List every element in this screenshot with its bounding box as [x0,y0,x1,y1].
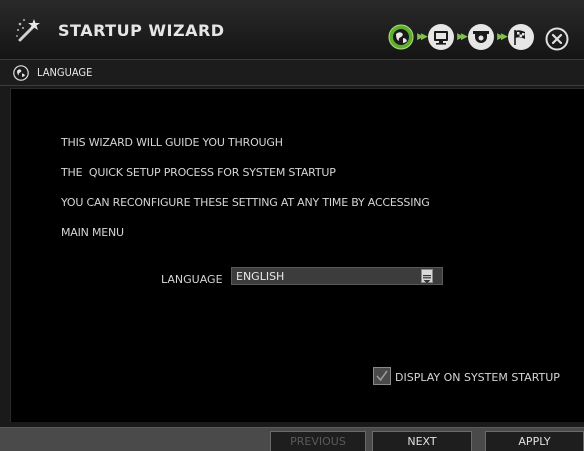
step-arrow-icon: ▶▶ [457,32,468,42]
bottom-bar: PREVIOUS NEXT APPLY [0,427,584,451]
wizard-content: THIS WIZARD WILL GUIDE YOU THROUGH THE Q… [10,88,584,422]
globe-icon[interactable] [388,24,414,50]
apply-button[interactable]: APPLY [485,431,584,451]
wizard-title: STARTUP WIZARD [58,21,225,40]
section-title: LANGUAGE [37,66,93,79]
previous-button[interactable]: PREVIOUS [270,431,366,451]
close-icon[interactable] [545,27,569,51]
section-header: LANGUAGE [0,60,584,86]
camera-icon[interactable] [468,24,494,50]
check-icon [376,370,388,382]
startup-checkbox[interactable] [373,367,391,385]
globe-icon [13,64,29,81]
dropdown-button[interactable] [421,269,433,284]
intro-line: YOU CAN RECONFIGURE THESE SETTING AT ANY… [61,196,430,209]
language-label: LANGUAGE [161,273,223,286]
startup-label: DISPLAY ON SYSTEM STARTUP [395,371,560,384]
wizard-steps: ▶▶ ▶▶ ▶▶ [388,23,534,51]
title-bar: STARTUP WIZARD ▶▶ ▶▶ ▶▶ [0,0,584,60]
startup-wizard-window: STARTUP WIZARD ▶▶ ▶▶ ▶▶ LANGUAGE THIS WI… [0,0,584,451]
chevron-down-icon [423,275,431,284]
next-button[interactable]: NEXT [372,431,472,451]
magic-wand-icon [16,19,40,42]
intro-line: THE QUICK SETUP PROCESS FOR SYSTEM START… [61,166,336,179]
monitor-icon[interactable] [428,24,454,50]
intro-line: MAIN MENU [61,226,124,239]
checkered-flag-icon[interactable] [508,24,534,50]
intro-line: THIS WIZARD WILL GUIDE YOU THROUGH [61,136,283,149]
step-arrow-icon: ▶▶ [417,32,428,42]
step-arrow-icon: ▶▶ [497,32,508,42]
language-select[interactable]: ENGLISH [231,267,443,285]
language-value: ENGLISH [236,270,285,283]
